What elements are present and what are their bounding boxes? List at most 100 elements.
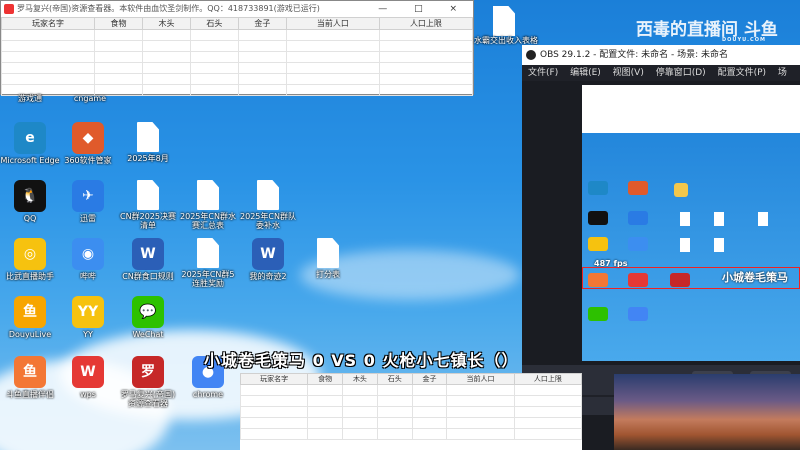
menu-view[interactable]: 视图(V): [613, 68, 644, 78]
desktop-icon[interactable]: ◉ 哔哔: [58, 238, 118, 281]
desktop-icon-label: chrome: [192, 390, 224, 399]
mini-icon: [588, 307, 608, 321]
desktop-icon[interactable]: W CN群食口规则: [118, 238, 178, 281]
captured-table: 玩家名字 食物 木头 石头 金子 当前人口 人口上限: [239, 373, 583, 440]
desktop-icon[interactable]: CN群2025决赛清单: [118, 180, 178, 230]
column-header[interactable]: 木头: [142, 17, 191, 30]
app-icon: [197, 180, 219, 210]
table-row[interactable]: [239, 417, 583, 429]
mini-icon: [628, 181, 648, 195]
column-header[interactable]: 食物: [94, 17, 143, 30]
column-header[interactable]: 人口上限: [513, 373, 583, 385]
desktop-icon-label: CN群食口规则: [122, 272, 174, 281]
column-header[interactable]: 玩家名字: [0, 17, 96, 30]
app-icon: 鱼: [14, 356, 46, 388]
app-icon: ✈: [72, 180, 104, 212]
desktop-icon[interactable]: Wwps: [58, 356, 118, 399]
table-row[interactable]: [0, 51, 474, 63]
desktop-icon-label: WeChat: [132, 330, 164, 339]
desktop-icon[interactable]: 鱼 DouyuLive: [0, 296, 60, 339]
window-controls[interactable]: — □ ×: [378, 1, 469, 17]
column-header[interactable]: 金子: [411, 373, 448, 385]
menu-edit[interactable]: 编辑(E): [570, 68, 601, 78]
app-icon: e: [14, 122, 46, 154]
table-row[interactable]: [239, 428, 583, 440]
table-row[interactable]: [239, 406, 583, 418]
app-icon: 罗: [132, 356, 164, 388]
obs-title: OBS 29.1.2 - 配置文件: 未命名 - 场景: 未命名: [540, 50, 729, 60]
column-header[interactable]: 人口上限: [378, 17, 474, 30]
desktop-icon[interactable]: YY YY: [58, 296, 118, 339]
desktop-icon-label: 斗鱼直播伴侣: [6, 390, 54, 399]
desktop-icon-label: 迅雷: [80, 214, 96, 223]
desktop-icon[interactable]: 2025年8月: [118, 122, 178, 163]
column-header[interactable]: 当前人口: [285, 17, 380, 30]
column-header[interactable]: 当前人口: [446, 373, 515, 385]
obs-logo-icon: [526, 50, 536, 60]
table-row[interactable]: [0, 40, 474, 52]
captured-table-window[interactable]: 玩家名字 食物 木头 石头 金子 当前人口 人口上限: [239, 373, 583, 450]
window-titlebar[interactable]: 罗马复兴(帝国)资源查看器。本软件由血饮圣剑制作。QQ：418733891(游戏…: [1, 1, 473, 17]
mini-icon: [588, 181, 608, 195]
menu-scene[interactable]: 场: [778, 68, 787, 78]
column-header[interactable]: 木头: [342, 373, 378, 385]
desktop-icon-label: QQ: [23, 214, 37, 223]
table-row[interactable]: [0, 73, 474, 85]
app-icon: 鱼: [14, 296, 46, 328]
obs-titlebar[interactable]: OBS 29.1.2 - 配置文件: 未命名 - 场景: 未命名: [522, 45, 800, 65]
table-row[interactable]: [239, 395, 583, 407]
desktop-icon[interactable]: 🐧 QQ: [0, 180, 60, 223]
window-title: 罗马复兴(帝国)资源查看器。本软件由血饮圣剑制作。QQ：418733891(游戏…: [17, 4, 320, 13]
desktop-icon-label: Microsoft Edge: [0, 156, 60, 165]
app-icon: W: [252, 238, 284, 270]
desktop-icon[interactable]: 罗罗马复兴(帝国)资源查看器: [118, 356, 178, 408]
column-header[interactable]: 石头: [376, 373, 413, 385]
resource-viewer-window[interactable]: 罗马复兴(帝国)资源查看器。本软件由血饮圣剑制作。QQ：418733891(游戏…: [0, 0, 474, 96]
column-header[interactable]: 食物: [307, 373, 344, 385]
desktop-icon[interactable]: W 我的奇迹2: [238, 238, 298, 281]
menu-profile[interactable]: 配置文件(P): [718, 68, 766, 78]
mini-icon: [674, 183, 688, 197]
column-header[interactable]: 金子: [237, 17, 287, 30]
desktop-icon-label: 360软件管家: [64, 156, 112, 165]
table-row[interactable]: [0, 62, 474, 74]
desktop-icon[interactable]: e Microsoft Edge: [0, 122, 60, 165]
obs-preview[interactable]: 487 fps 小城卷毛策马: [522, 81, 800, 365]
desktop-icon-label: CN群2025决赛清单: [120, 212, 176, 230]
menu-docks[interactable]: 停靠窗口(D): [656, 68, 706, 78]
app-icon: [197, 238, 219, 268]
desktop-icon-label: 2025年CN群队委补水: [240, 212, 296, 230]
desktop-icon[interactable]: ◎ 比武直播助手: [0, 238, 60, 281]
document-icon[interactable]: [493, 6, 515, 36]
resource-table: 玩家名字 食物 木头 石头 金子 当前人口 人口上限: [0, 17, 474, 96]
app-icon: ◆: [72, 122, 104, 154]
desktop-icon-partial[interactable]: cngame: [60, 94, 120, 103]
desktop-icon[interactable]: 2025年CN群队委补水: [238, 180, 298, 230]
desktop-icon-partial[interactable]: 游戏通: [0, 94, 60, 103]
desktop-icon[interactable]: 2025年CN群水赛汇总表: [178, 180, 238, 230]
app-icon: [137, 180, 159, 210]
desktop-icon[interactable]: 💬 WeChat: [118, 296, 178, 339]
desktop-icon[interactable]: 2025年CN群5连胜奖励: [178, 238, 238, 288]
desktop-icon[interactable]: ✈ 迅雷: [58, 180, 118, 223]
preview-caption: 小城卷毛策马: [722, 271, 788, 284]
desktop-icon-label: YY: [83, 330, 93, 339]
desktop-icon-label: 2025年CN群水赛汇总表: [180, 212, 236, 230]
table-row[interactable]: [0, 29, 474, 41]
desktop-icon[interactable]: 鱼斗鱼直播伴侣: [0, 356, 60, 399]
desktop-icon[interactable]: ◆ 360软件管家: [58, 122, 118, 165]
mini-doc: [680, 212, 690, 226]
table-row[interactable]: [239, 384, 583, 396]
app-icon: [4, 4, 14, 14]
app-icon: W: [132, 238, 164, 270]
desktop-icon-label: 哔哔: [80, 272, 96, 281]
app-icon: [317, 238, 339, 268]
menu-file[interactable]: 文件(F): [528, 68, 558, 78]
desktop-icon-label: 罗马复兴(帝国)资源查看器: [120, 390, 176, 408]
desktop-file-label[interactable]: 水霸交出收入表格: [474, 36, 538, 45]
desktop-icon[interactable]: 打分表: [298, 238, 358, 279]
watermark-sub: DOUYU.COM: [721, 37, 766, 43]
column-header[interactable]: 玩家名字: [239, 373, 309, 385]
app-icon: [257, 180, 279, 210]
column-header[interactable]: 石头: [189, 17, 239, 30]
